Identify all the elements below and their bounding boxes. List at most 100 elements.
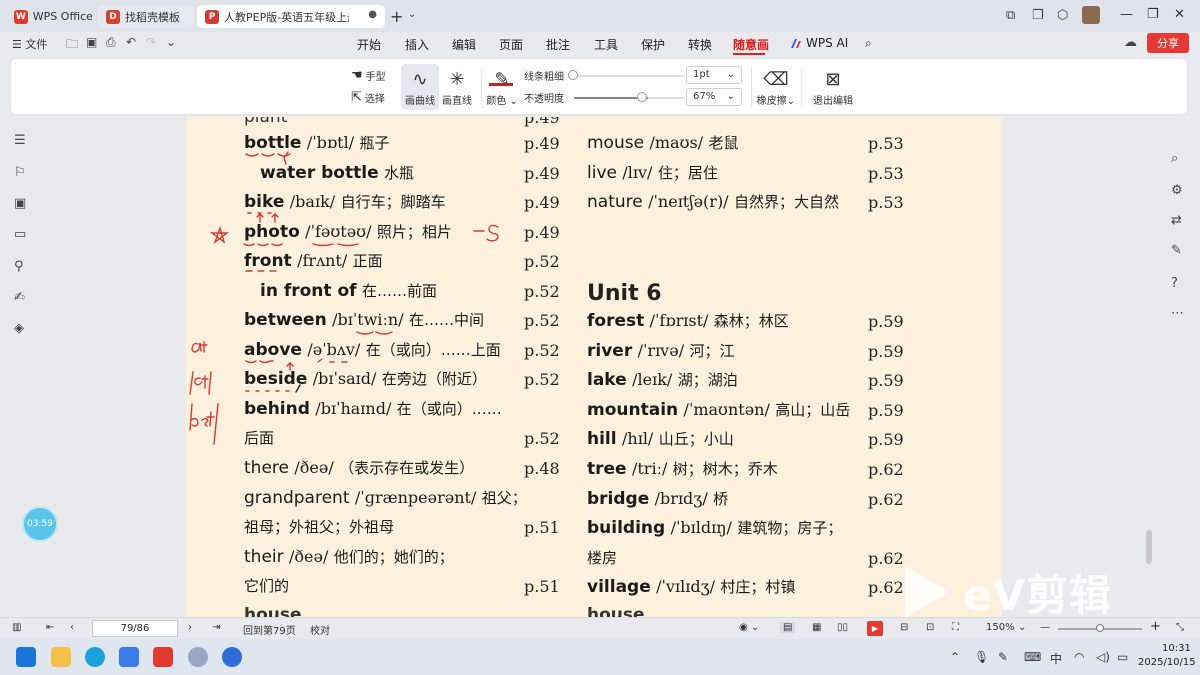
tab-docer-templates[interactable]: D 找稻壳模板 xyxy=(98,5,194,28)
menu-page[interactable]: 页面 xyxy=(499,36,523,53)
vertical-scrollbar[interactable] xyxy=(1146,530,1152,564)
return-page-link[interactable]: 回到第79页 xyxy=(243,622,296,637)
user-avatar[interactable] xyxy=(1082,6,1100,24)
zoom-in-icon[interactable]: + xyxy=(1150,619,1161,634)
eye-view-icon[interactable]: ◉ ⌄ xyxy=(739,622,759,633)
comment-icon[interactable]: ▭ xyxy=(14,227,26,242)
open-folder-icon[interactable]: 🗀 xyxy=(66,35,78,56)
file-menu[interactable]: ☰ 文件 xyxy=(12,36,47,52)
line-width-slider-track[interactable] xyxy=(574,75,684,77)
redo-icon[interactable]: ↷ xyxy=(146,35,156,49)
minimize-icon[interactable]: — xyxy=(1120,7,1133,22)
zoom-out-icon[interactable]: — xyxy=(1040,622,1050,633)
thumbnail-icon[interactable]: ▣ xyxy=(14,196,26,211)
wps-taskbar-icon[interactable] xyxy=(153,647,173,667)
opacity-slider-thumb[interactable] xyxy=(637,92,647,102)
tab-list-chevron-icon[interactable]: ⌄ xyxy=(408,9,416,20)
signature-icon[interactable]: ✍ xyxy=(14,290,25,305)
single-page-icon[interactable]: ▤ xyxy=(780,622,796,633)
outline-icon[interactable]: ☰ xyxy=(14,133,26,148)
clock-date[interactable]: 2025/10/15 xyxy=(1138,657,1196,668)
bookmark-icon[interactable]: ⚐ xyxy=(14,165,26,180)
opacity-select[interactable]: 67% ⌄ xyxy=(686,88,742,106)
proofread-button[interactable]: 校对 xyxy=(310,622,330,637)
menu-tools[interactable]: 工具 xyxy=(594,36,618,53)
menu-convert[interactable]: 转换 xyxy=(688,36,712,53)
eraser-button[interactable]: ⌫ 橡皮擦⌄ xyxy=(756,64,796,110)
recording-timer[interactable]: 03:59 xyxy=(22,506,58,542)
menu-wps-ai[interactable]: WPS AI xyxy=(806,36,848,50)
exit-edit-button[interactable]: ⊠ 退出编辑 xyxy=(809,64,857,110)
battery-icon[interactable]: ▭ xyxy=(1117,650,1128,664)
save-icon[interactable]: ▣ xyxy=(86,35,97,49)
select-tool-button[interactable]: ⇱ 选择 xyxy=(351,90,385,105)
prev-page-icon[interactable]: ‹ xyxy=(70,622,74,633)
draw-line-button[interactable]: ✳ 画直线 xyxy=(439,64,475,110)
zoom-slider-thumb[interactable] xyxy=(1096,624,1104,632)
more-chevron-icon[interactable]: ⌄ xyxy=(166,35,176,49)
fit-corner-icon[interactable]: ⤡ xyxy=(1176,622,1184,633)
start-menu-icon[interactable] xyxy=(16,647,36,667)
first-page-icon[interactable]: ⇤ xyxy=(46,622,54,633)
page-number-input[interactable]: 79/86 xyxy=(92,620,178,637)
layers-icon[interactable]: ◈ xyxy=(14,321,24,336)
search-icon[interactable]: ⌕ xyxy=(1171,151,1178,166)
line-width-slider-thumb[interactable] xyxy=(568,70,578,80)
pen-tray-icon[interactable]: ✎ xyxy=(998,650,1008,664)
ev-recorder-icon[interactable] xyxy=(222,647,242,667)
volume-icon[interactable]: ◁) xyxy=(1096,650,1110,664)
translate-icon[interactable]: ⇄ xyxy=(1171,213,1182,228)
tray-chevron-icon[interactable]: ⌃ xyxy=(950,650,960,664)
tab-pdf-document[interactable]: P 人教PEP版-英语五年级上册.pdf ● xyxy=(197,5,385,28)
undo-icon[interactable]: ↶ xyxy=(126,35,136,49)
hand-tool-button[interactable]: ☚ 手型 xyxy=(351,68,386,83)
search-icon[interactable]: ⌕ xyxy=(865,36,872,51)
network-app-icon[interactable] xyxy=(188,647,208,667)
tab-wps-office[interactable]: W WPS Office xyxy=(6,5,92,28)
play-reading-icon[interactable]: ▶ xyxy=(867,621,883,636)
edit-icon[interactable]: ✎ xyxy=(1171,243,1182,258)
close-tab-icon[interactable]: ● xyxy=(368,9,377,20)
close-icon[interactable]: ✕ xyxy=(1174,7,1185,22)
two-page-icon[interactable]: ▯▯ xyxy=(837,622,848,633)
wifi-icon[interactable]: ◠ xyxy=(1074,650,1084,664)
print-icon[interactable]: ⎙ xyxy=(106,35,116,50)
next-page-icon[interactable]: › xyxy=(188,622,192,633)
keyboard-icon[interactable]: ⌨ xyxy=(1024,650,1041,664)
more-icon[interactable]: ⋯ xyxy=(1171,306,1184,321)
attachment-icon[interactable]: ⚲ xyxy=(14,259,24,274)
fit-width-icon[interactable]: ⊟ xyxy=(900,622,908,633)
restore-icon[interactable]: ❐ xyxy=(1147,7,1159,22)
menu-edit[interactable]: 编辑 xyxy=(452,36,476,53)
sidebar-toggle-icon[interactable]: ▥ xyxy=(12,622,21,633)
share-button[interactable]: 分享 xyxy=(1147,33,1189,53)
window-icon[interactable]: ❐ xyxy=(1032,8,1044,23)
last-page-icon[interactable]: ⇥ xyxy=(212,622,220,633)
color-button[interactable]: ✎ 颜色 ⌄ xyxy=(484,64,520,110)
file-explorer-icon[interactable] xyxy=(51,647,71,667)
menu-freehand[interactable]: 随意画 xyxy=(733,36,769,53)
menu-start[interactable]: 开始 xyxy=(357,36,381,53)
draw-curve-button[interactable]: ∿ 画曲线 xyxy=(401,64,439,110)
continuous-page-icon[interactable]: ▦ xyxy=(812,622,821,633)
zoom-level[interactable]: 150% xyxy=(986,622,1015,633)
zoom-chevron-icon[interactable]: ⌄ xyxy=(1018,622,1026,633)
fit-page-icon[interactable]: ⊡ xyxy=(926,622,934,633)
edge-browser-icon[interactable] xyxy=(85,647,105,667)
store-icon[interactable] xyxy=(119,647,139,667)
microphone-icon[interactable]: 🎙 xyxy=(974,650,989,664)
new-tab-icon[interactable]: + xyxy=(390,7,403,26)
fullscreen-icon[interactable]: ⛶ xyxy=(952,622,959,633)
clock-time[interactable]: 10:31 xyxy=(1162,643,1191,654)
cloud-sync-icon[interactable]: ☁ xyxy=(1124,35,1137,50)
line-width-select[interactable]: 1pt ⌄ xyxy=(686,66,742,84)
help-icon[interactable]: ? xyxy=(1171,276,1178,291)
menu-insert[interactable]: 插入 xyxy=(405,36,429,53)
screenshot-icon[interactable]: ⧉ xyxy=(1006,8,1015,23)
input-method-icon[interactable]: 中 xyxy=(1050,650,1062,667)
menu-comment[interactable]: 批注 xyxy=(546,36,570,53)
entry-page: p.52 xyxy=(524,370,560,389)
adjust-icon[interactable]: ⚙ xyxy=(1171,183,1183,198)
cube-icon[interactable]: ⬡ xyxy=(1057,8,1068,23)
menu-protect[interactable]: 保护 xyxy=(641,36,665,53)
